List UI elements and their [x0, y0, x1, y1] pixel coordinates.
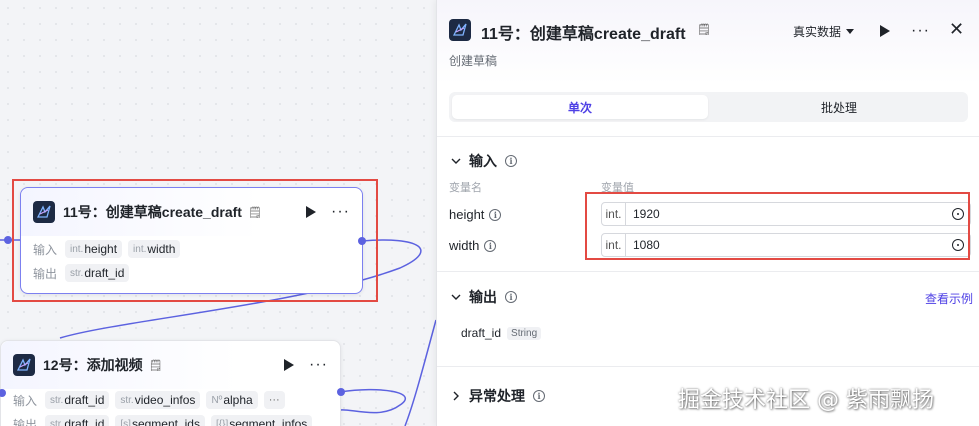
workflow-node-add-video[interactable]: 12号：添加视频 🗒 ··· 输入 str. draft_id str. video…: [0, 340, 341, 426]
plugin-logo-icon: [13, 354, 35, 376]
view-example-link[interactable]: 查看示例: [925, 290, 973, 307]
data-source-label: 真实数据: [793, 25, 842, 39]
panel-title: 11号：创建草稿create_draft: [481, 26, 686, 43]
output-chip-segment-infos: [{}] segment_infos: [210, 415, 313, 426]
error-section-header[interactable]: 异常处理 i: [451, 386, 545, 406]
watermark: 掘金技术社区 @ 紫雨飘扬: [678, 388, 934, 413]
info-icon[interactable]: i: [484, 239, 497, 252]
info-icon[interactable]: i: [505, 155, 517, 167]
node-highlight-box: [12, 179, 378, 302]
run-button[interactable]: [880, 24, 890, 42]
chevron-down-icon: [451, 292, 461, 302]
chevron-down-icon: [451, 156, 461, 166]
info-icon[interactable]: i: [489, 208, 502, 221]
node-input-row: 输入 str. draft_id str. video_infos Nº alpha …: [13, 391, 285, 409]
column-variable-name: 变量名: [449, 182, 482, 194]
param-label-width: width i: [449, 238, 497, 253]
caret-down-icon: [846, 29, 855, 34]
node-output-row: 输出 str. draft_id [s] segment_ids [{}] segme…: [13, 415, 318, 426]
input-port[interactable]: [4, 236, 12, 244]
note-icon[interactable]: 🗒: [149, 359, 163, 372]
input-section-header[interactable]: 输入 i: [451, 151, 517, 171]
output-section-header[interactable]: 输出 i: [451, 287, 517, 307]
node-header: 12号：添加视频 🗒 ···: [1, 341, 340, 389]
run-mode-tabs: 单次 批处理: [449, 92, 968, 122]
data-source-select[interactable]: 真实数据: [793, 23, 855, 40]
play-icon: [284, 359, 295, 371]
node-title: 12号：添加视频: [43, 357, 143, 373]
input-chip-draft-id: str. draft_id: [45, 391, 110, 409]
output-name: draft_id: [461, 326, 502, 340]
output-port[interactable]: [337, 388, 345, 396]
more-options-button[interactable]: ···: [309, 357, 328, 373]
output-chip-segment-ids: [s] segment_ids: [115, 415, 205, 426]
input-label: 输入: [13, 393, 38, 408]
info-icon[interactable]: i: [505, 291, 517, 303]
error-section-title: 异常处理: [469, 388, 525, 404]
param-label-height: height i: [449, 207, 502, 222]
more-options-button[interactable]: ···: [911, 22, 930, 40]
more-inputs-chip[interactable]: ···: [263, 391, 285, 409]
note-icon[interactable]: 🗒: [697, 23, 711, 36]
panel-description: 创建草稿: [449, 54, 498, 68]
params-highlight-box: [585, 192, 970, 260]
divider: [437, 271, 979, 272]
output-label: 输出: [13, 417, 38, 426]
output-chip-draft-id: str. draft_id: [45, 415, 110, 426]
divider: [437, 366, 979, 367]
divider: [437, 136, 979, 137]
tab-single[interactable]: 单次: [452, 95, 708, 119]
info-icon[interactable]: i: [533, 390, 545, 402]
plugin-logo-icon: [449, 19, 471, 41]
close-icon[interactable]: ✕: [949, 19, 964, 40]
output-item: draft_id String: [461, 326, 542, 340]
tab-batch[interactable]: 批处理: [711, 95, 967, 119]
input-section-title: 输入: [469, 153, 497, 169]
output-type-badge: String: [507, 326, 542, 340]
input-chip-alpha: Nº alpha: [206, 391, 258, 409]
output-section-title: 输出: [469, 289, 497, 305]
run-node-button[interactable]: [283, 359, 295, 371]
play-icon: [880, 25, 890, 37]
chevron-right-icon: [451, 391, 461, 401]
input-chip-video-infos: str. video_infos: [115, 391, 201, 409]
